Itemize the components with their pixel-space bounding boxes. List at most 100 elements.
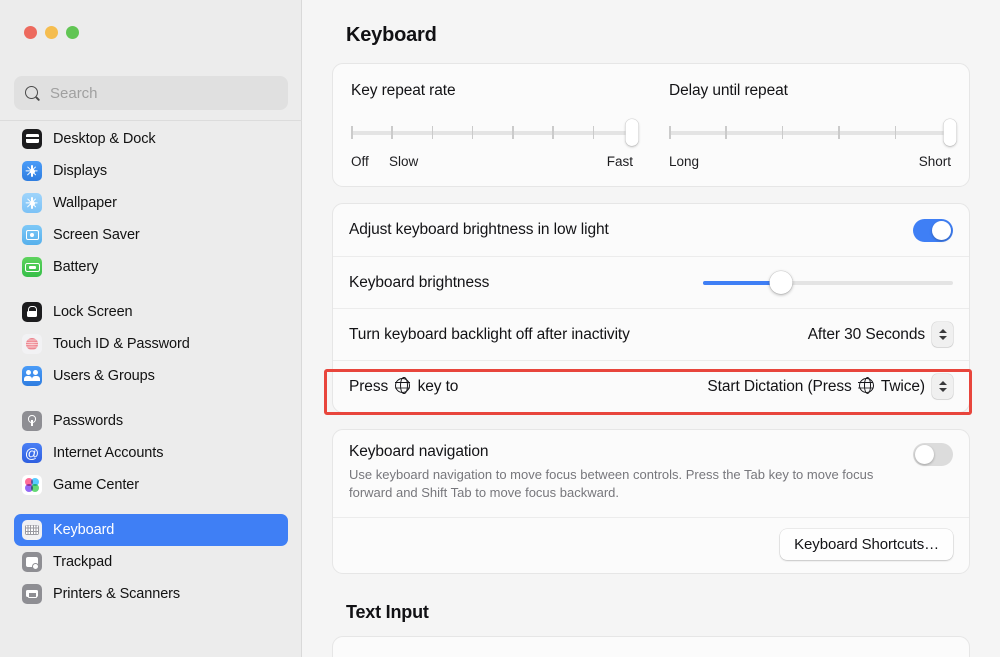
- adjust-brightness-label: Adjust keyboard brightness in low light: [349, 221, 609, 239]
- chevron-up-down-icon: [932, 322, 953, 347]
- slider-thumb[interactable]: [943, 119, 956, 146]
- keyboard-navigation-row: Keyboard navigation Use keyboard navigat…: [333, 430, 969, 517]
- touch-id-icon: [22, 334, 42, 354]
- window-traffic-lights: [24, 26, 79, 39]
- sidebar-item-printers-scanners[interactable]: Printers & Scanners: [14, 578, 288, 610]
- slider-tick: [432, 126, 434, 139]
- keyboard-navigation-toggle[interactable]: [913, 443, 953, 466]
- passwords-icon: [22, 411, 42, 431]
- sidebar-item-label: Passwords: [53, 413, 123, 429]
- chevron-up-down-icon: [932, 374, 953, 399]
- adjust-brightness-row: Adjust keyboard brightness in low light: [333, 204, 969, 256]
- backlight-off-row: Turn keyboard backlight off after inacti…: [333, 308, 969, 360]
- keyboard-icon: [22, 520, 42, 540]
- slider-tick: [725, 126, 727, 139]
- sidebar-item-label: Lock Screen: [53, 304, 133, 320]
- printers-scanners-icon: [22, 584, 42, 604]
- zoom-button[interactable]: [66, 26, 79, 39]
- sidebar-item-touch-id-password[interactable]: Touch ID & Password: [14, 328, 288, 360]
- press-globe-key-row: Press key to Start Dictation (Press Twic…: [333, 360, 969, 412]
- sidebar-item-trackpad[interactable]: Trackpad: [14, 546, 288, 578]
- slider-thumb[interactable]: [769, 271, 792, 294]
- screen-saver-icon: [22, 225, 42, 245]
- trackpad-icon: [22, 552, 42, 572]
- sidebar-item-label: Touch ID & Password: [53, 336, 190, 352]
- delay-until-repeat-slider[interactable]: [669, 120, 951, 146]
- backlight-off-popup-button[interactable]: After 30 Seconds: [808, 322, 953, 347]
- globe-icon: [859, 378, 874, 393]
- delay-until-repeat-legend: Long Short: [669, 154, 951, 172]
- slider-tick: [552, 126, 554, 139]
- sidebar-item-screen-saver[interactable]: Screen Saver: [14, 219, 288, 251]
- press-globe-key-value-before: Start Dictation (Press: [707, 378, 851, 395]
- sidebar-item-battery[interactable]: Battery: [14, 251, 288, 283]
- main-content: Keyboard Key repeat rate Off: [302, 0, 1000, 657]
- search-input[interactable]: [50, 85, 278, 102]
- close-button[interactable]: [24, 26, 37, 39]
- sidebar-item-label: Printers & Scanners: [53, 586, 180, 602]
- search-icon: [24, 85, 41, 102]
- keyboard-brightness-label: Keyboard brightness: [349, 274, 489, 292]
- sidebar-item-label: Displays: [53, 163, 107, 179]
- press-globe-key-popup-button[interactable]: Start Dictation (Press Twice): [707, 374, 953, 399]
- sidebar-item-label: Battery: [53, 259, 98, 275]
- slider-tick: [472, 126, 474, 139]
- sidebar-divider: [0, 120, 302, 121]
- adjust-brightness-toggle[interactable]: [913, 219, 953, 242]
- slider-tick: [895, 126, 897, 139]
- sidebar: Desktop & Dock Displays Wallpaper Screen…: [0, 0, 302, 657]
- minimize-button[interactable]: [45, 26, 58, 39]
- sidebar-item-users-groups[interactable]: Users & Groups: [14, 360, 288, 392]
- backlight-settings-card: Adjust keyboard brightness in low light …: [332, 203, 970, 413]
- delay-until-repeat-label: Delay until repeat: [669, 82, 951, 100]
- keyboard-brightness-row: Keyboard brightness: [333, 256, 969, 308]
- legend-short: Short: [919, 154, 951, 169]
- keyboard-shortcuts-button[interactable]: Keyboard Shortcuts…: [780, 529, 953, 560]
- search-field[interactable]: [14, 76, 288, 110]
- page-title: Keyboard: [346, 24, 970, 47]
- slider-tick: [391, 126, 393, 139]
- key-repeat-rate-slider[interactable]: [351, 120, 633, 146]
- users-groups-icon: [22, 366, 42, 386]
- sidebar-item-game-center[interactable]: Game Center: [14, 469, 288, 501]
- sidebar-item-label: Internet Accounts: [53, 445, 163, 461]
- sidebar-item-label: Keyboard: [53, 522, 114, 538]
- slider-thumb[interactable]: [625, 119, 638, 146]
- slider-tick: [838, 126, 840, 139]
- slider-tick: [782, 126, 784, 139]
- sidebar-item-desktop-dock[interactable]: Desktop & Dock: [14, 123, 288, 155]
- toggle-knob: [915, 445, 934, 464]
- sidebar-nav-list: Desktop & Dock Displays Wallpaper Screen…: [0, 123, 302, 657]
- sidebar-item-keyboard[interactable]: Keyboard: [14, 514, 288, 546]
- sidebar-item-label: Users & Groups: [53, 368, 155, 384]
- text-input-section-title: Text Input: [346, 602, 970, 623]
- press-globe-key-value-after: Twice): [881, 378, 925, 395]
- repeat-settings-card: Key repeat rate Off Slow Fast: [332, 63, 970, 187]
- keyboard-navigation-description: Use keyboard navigation to move focus be…: [349, 466, 897, 503]
- delay-until-repeat-block: Delay until repeat Long Short: [651, 82, 969, 172]
- sidebar-group-gap: [14, 283, 288, 296]
- sidebar-item-wallpaper[interactable]: Wallpaper: [14, 187, 288, 219]
- sidebar-item-internet-accounts[interactable]: @ Internet Accounts: [14, 437, 288, 469]
- sidebar-item-label: Screen Saver: [53, 227, 140, 243]
- press-globe-key-label-after: key to: [418, 378, 459, 395]
- desktop-dock-icon: [22, 129, 42, 149]
- system-settings-window: Desktop & Dock Displays Wallpaper Screen…: [0, 0, 1000, 657]
- sidebar-item-lock-screen[interactable]: Lock Screen: [14, 296, 288, 328]
- lock-screen-icon: [22, 302, 42, 322]
- legend-slow: Slow: [389, 154, 418, 169]
- slider-tick: [593, 126, 595, 139]
- sidebar-item-passwords[interactable]: Passwords: [14, 405, 288, 437]
- keyboard-brightness-slider[interactable]: [703, 271, 953, 295]
- sidebar-item-label: Desktop & Dock: [53, 131, 156, 147]
- sidebar-item-label: Trackpad: [53, 554, 112, 570]
- sidebar-item-label: Game Center: [53, 477, 139, 493]
- sidebar-item-label: Wallpaper: [53, 195, 117, 211]
- key-repeat-rate-label: Key repeat rate: [351, 82, 633, 100]
- slider-track: [351, 131, 633, 135]
- wallpaper-icon: [22, 193, 42, 213]
- sidebar-item-displays[interactable]: Displays: [14, 155, 288, 187]
- slider-tick: [351, 126, 353, 139]
- sidebar-group-gap: [14, 392, 288, 405]
- slider-track: [669, 131, 951, 135]
